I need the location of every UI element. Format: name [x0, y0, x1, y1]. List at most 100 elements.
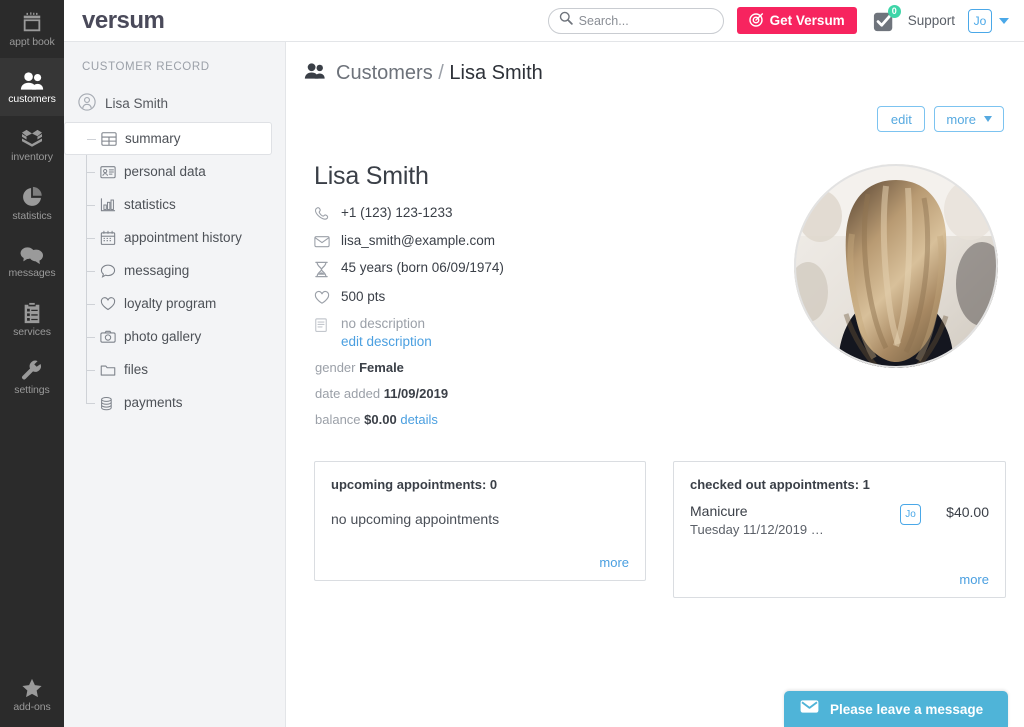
balance-value: $0.00: [364, 412, 397, 427]
get-versum-button[interactable]: Get Versum: [736, 7, 857, 34]
avatar-icon: [78, 93, 96, 114]
sidebar-item-appointment-history[interactable]: appointment history: [78, 221, 285, 254]
sidebar-item-photo-gallery[interactable]: photo gallery: [78, 320, 285, 353]
search-input[interactable]: [578, 13, 713, 28]
sidebar-item-summary[interactable]: summary: [64, 122, 272, 155]
nav-item-settings[interactable]: settings: [0, 348, 64, 406]
star-icon: [21, 678, 43, 699]
points-row: 500 pts: [314, 289, 794, 305]
notification-badge: 0: [887, 4, 901, 18]
gender-row: gender Female: [314, 360, 794, 375]
date-added-row: date added 11/09/2019: [314, 386, 794, 401]
customer-photo[interactable]: [794, 164, 998, 368]
sidebar-item-files[interactable]: files: [78, 353, 285, 386]
target-icon: [748, 12, 764, 30]
staff-badge[interactable]: Jo: [900, 504, 921, 525]
date-added-label: date added: [315, 386, 381, 401]
breadcrumb: Customers / Lisa Smith: [304, 62, 1006, 85]
tasks-button[interactable]: 0: [873, 4, 901, 32]
search-icon: [559, 11, 573, 30]
breadcrumb-section[interactable]: Customers: [336, 62, 433, 84]
card-empty-text: no upcoming appointments: [331, 511, 500, 527]
nav-item-label: inventory: [11, 151, 53, 163]
sidebar-item-label: files: [124, 362, 149, 377]
profile-section: Lisa Smith +1 (123) 123-1233 lisa_smith@…: [304, 162, 1006, 438]
table-icon: [101, 131, 117, 147]
edit-button[interactable]: edit: [877, 106, 926, 132]
phone-icon: [314, 205, 331, 222]
people-icon: [304, 62, 326, 85]
note-icon: [314, 316, 331, 333]
card-more-link[interactable]: more: [331, 555, 629, 570]
chat-icon: [20, 245, 44, 265]
nav-item-statistics[interactable]: statistics: [0, 174, 64, 232]
appointment-date: Tuesday 11/12/2019 …: [690, 521, 824, 537]
more-button-label: more: [946, 111, 976, 127]
more-button[interactable]: more: [934, 106, 1004, 132]
profile-details: Lisa Smith +1 (123) 123-1233 lisa_smith@…: [304, 162, 794, 438]
edit-button-label: edit: [890, 111, 912, 127]
appointment-service: Manicure: [690, 503, 748, 519]
age-row: 45 years (born 06/09/1974): [314, 260, 794, 278]
main-content: Customers / Lisa Smith edit more Lisa Sm…: [286, 42, 1024, 727]
sidebar-customer-header[interactable]: Lisa Smith: [64, 93, 285, 114]
sidebar-item-label: payments: [124, 395, 183, 410]
search-box[interactable]: [547, 7, 724, 34]
nav-item-messages[interactable]: messages: [0, 232, 64, 290]
cards-row: upcoming appointments: 0 no upcoming app…: [304, 461, 1006, 598]
nav-item-label: customers: [8, 93, 56, 105]
support-link[interactable]: Support: [908, 13, 955, 28]
sidebar-item-statistics[interactable]: statistics: [78, 188, 285, 221]
user-avatar-badge[interactable]: Jo: [968, 8, 992, 33]
heart-icon: [314, 289, 331, 305]
sidebar-item-payments[interactable]: payments: [78, 386, 285, 419]
phone-value: +1 (123) 123-1233: [341, 205, 453, 220]
email-row: lisa_smith@example.com: [314, 233, 794, 249]
hourglass-icon: [314, 260, 331, 278]
balance-details-link[interactable]: details: [400, 412, 438, 427]
nav-item-services[interactable]: services: [0, 290, 64, 348]
balance-row: balance $0.00 details: [314, 412, 794, 427]
points-value: 500 pts: [341, 289, 386, 304]
description-row: no description edit description: [314, 316, 794, 349]
gender-value: Female: [359, 360, 404, 375]
nav-item-inventory[interactable]: inventory: [0, 116, 64, 174]
description-value: no description: [341, 316, 426, 331]
action-bar: edit more: [304, 106, 1006, 132]
app-root: appt book customers inventory statistics: [0, 0, 1024, 727]
email-value: lisa_smith@example.com: [341, 233, 496, 248]
clipboard-icon: [22, 302, 42, 324]
edit-description-link[interactable]: edit description: [341, 334, 432, 349]
page-title: Customers / Lisa Smith: [336, 62, 543, 85]
sidebar-item-personal-data[interactable]: personal data: [78, 155, 285, 188]
record-menu: summary personal data statistics appoint…: [64, 122, 285, 419]
chevron-down-icon[interactable]: [999, 17, 1009, 24]
date-added-value: 11/09/2019: [383, 386, 449, 401]
app-logo[interactable]: versum: [82, 7, 165, 35]
nav-item-add-ons[interactable]: add-ons: [0, 665, 64, 723]
sidebar-item-label: messaging: [124, 263, 190, 278]
speech-bubble-icon: [100, 263, 116, 279]
coins-icon: [100, 395, 116, 411]
nav-item-label: appt book: [9, 36, 55, 48]
gender-label: gender: [315, 360, 356, 375]
breadcrumb-current: Lisa Smith: [449, 62, 543, 84]
bar-chart-icon: [100, 197, 116, 213]
id-card-icon: [100, 164, 116, 180]
camera-icon: [100, 329, 116, 345]
description-block: no description edit description: [341, 316, 432, 349]
sidebar-item-loyalty-program[interactable]: loyalty program: [78, 287, 285, 320]
list-item[interactable]: Manicure Tuesday 11/12/2019 … Jo $40.00: [690, 502, 989, 537]
card-more-link[interactable]: more: [690, 572, 989, 587]
chevron-down-icon: [984, 116, 992, 122]
chat-widget[interactable]: Please leave a message: [784, 691, 1008, 727]
customer-name: Lisa Smith: [314, 162, 429, 190]
upcoming-appointments-card: upcoming appointments: 0 no upcoming app…: [314, 461, 647, 581]
nav-item-appt-book[interactable]: appt book: [0, 0, 64, 58]
box-icon: [20, 129, 44, 149]
sidebar-item-label: loyalty program: [124, 296, 217, 311]
sidebar-item-messaging[interactable]: messaging: [78, 254, 285, 287]
nav-item-customers[interactable]: customers: [0, 58, 64, 116]
sidebar-item-label: personal data: [124, 164, 206, 179]
